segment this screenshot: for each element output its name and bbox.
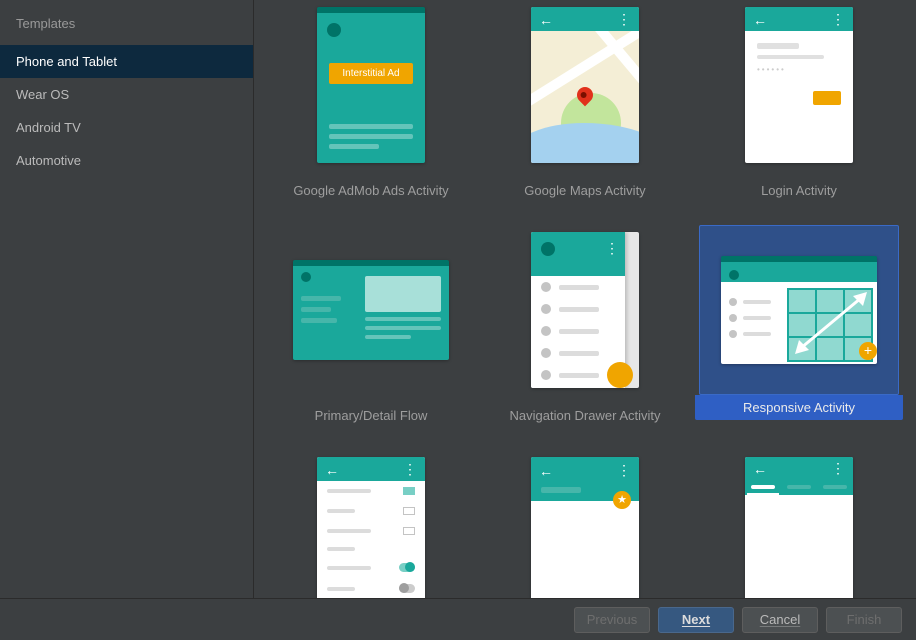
more-icon: ⋮ — [617, 462, 631, 479]
sidebar-item-android-tv[interactable]: Android TV — [0, 111, 253, 144]
previous-button: Previous — [574, 607, 650, 633]
more-icon: ⋮ — [831, 460, 845, 477]
sidebar-item-automotive[interactable]: Automotive — [0, 144, 253, 177]
sidebar: Templates Phone and Tablet Wear OS Andro… — [0, 0, 254, 598]
template-primary-detail[interactable]: Primary/Detail Flow — [267, 225, 475, 426]
finish-button: Finish — [826, 607, 902, 633]
sidebar-title: Templates — [0, 14, 253, 45]
thumb-preview: ←⋮ — [317, 457, 425, 598]
sidebar-item-label: Automotive — [16, 153, 81, 168]
template-maps[interactable]: ←⋮ Google Maps Activity — [481, 0, 689, 201]
cancel-button[interactable]: Cancel — [742, 607, 818, 633]
thumb-preview: Interstitial Ad — [317, 7, 425, 163]
admob-badge: Interstitial Ad — [329, 63, 413, 84]
template-gallery[interactable]: Interstitial Ad Google AdMob Ads Activit… — [254, 0, 916, 598]
template-label: Navigation Drawer Activity — [502, 405, 669, 426]
sidebar-item-wear-os[interactable]: Wear OS — [0, 78, 253, 111]
template-label: Responsive Activity — [695, 395, 903, 420]
sidebar-item-label: Wear OS — [16, 87, 69, 102]
template-label: Primary/Detail Flow — [307, 405, 436, 426]
template-admob[interactable]: Interstitial Ad Google AdMob Ads Activit… — [267, 0, 475, 201]
thumb-preview — [293, 260, 449, 360]
template-label: Login Activity — [753, 180, 845, 201]
thumb-preview: ⋮ — [531, 232, 639, 388]
more-icon: ⋮ — [605, 240, 619, 257]
sidebar-item-phone-tablet[interactable]: Phone and Tablet — [0, 45, 253, 78]
template-responsive[interactable]: + Responsive Activity — [695, 225, 903, 426]
wizard-footer: Previous Next Cancel Finish — [0, 598, 916, 640]
back-arrow-icon: ← — [753, 13, 767, 27]
back-arrow-icon: ← — [539, 13, 553, 27]
template-label: Google AdMob Ads Activity — [285, 180, 456, 201]
more-icon: ⋮ — [831, 12, 845, 26]
back-arrow-icon: ← — [753, 461, 767, 477]
thumb-preview: ←⋮ — [531, 7, 639, 163]
template-tabbed[interactable]: ←⋮ — [695, 450, 903, 598]
thumb-preview: + — [721, 256, 877, 364]
thumb-preview: ←⋮ — [745, 457, 853, 598]
template-login[interactable]: ←⋮ •••••• Login Activity — [695, 0, 903, 201]
back-arrow-icon: ← — [325, 463, 339, 477]
fab-icon — [607, 362, 633, 388]
sidebar-item-label: Android TV — [16, 120, 81, 135]
more-icon: ⋮ — [403, 462, 417, 476]
star-fab-icon: ★ — [613, 491, 631, 509]
template-settings[interactable]: ←⋮ — [267, 450, 475, 598]
template-scrolling[interactable]: ← ⋮ ★ — [481, 450, 689, 598]
sidebar-item-label: Phone and Tablet — [16, 54, 117, 69]
thumb-preview: ←⋮ •••••• — [745, 7, 853, 163]
template-label: Google Maps Activity — [516, 180, 653, 201]
more-icon: ⋮ — [617, 12, 631, 26]
thumb-preview: ← ⋮ ★ — [531, 457, 639, 598]
template-nav-drawer[interactable]: ⋮ Navigation Drawer Activity — [481, 225, 689, 426]
back-arrow-icon: ← — [539, 463, 553, 479]
fab-add-icon: + — [859, 342, 877, 360]
next-button[interactable]: Next — [658, 607, 734, 633]
